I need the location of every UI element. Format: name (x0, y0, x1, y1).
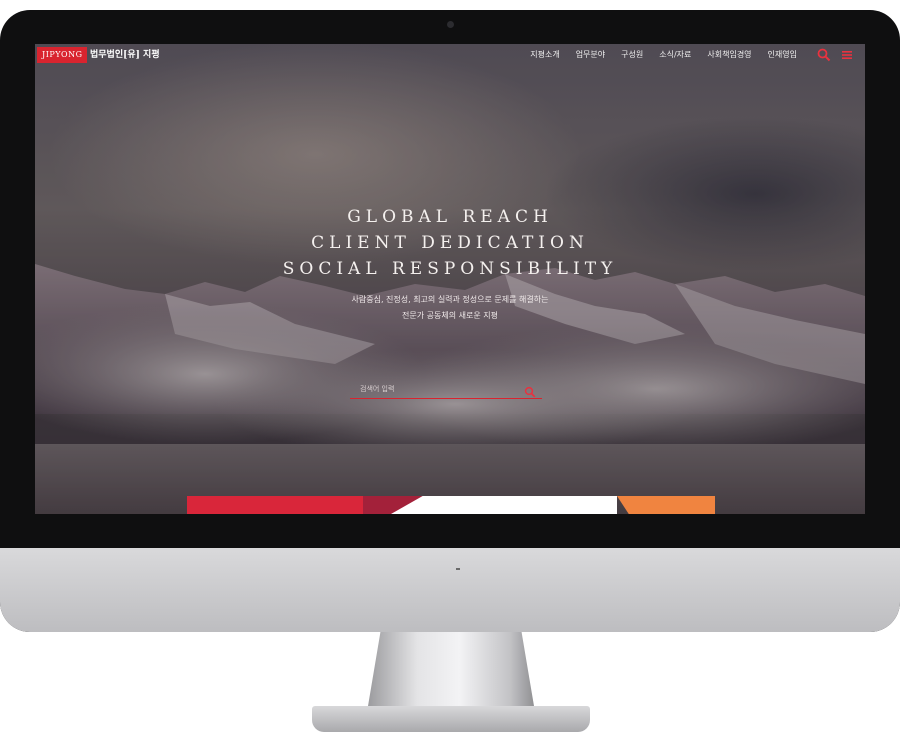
hero-headline: GLOBAL REACH CLIENT DEDICATION SOCIAL RE… (35, 204, 865, 282)
hero-subtitle: 사람중심, 진정성, 최고의 실력과 정성으로 문제를 해결하는 전문가 공동체… (35, 292, 865, 324)
section-tab-3[interactable] (391, 496, 617, 514)
logo-text[interactable]: 법무법인[유] 지평 (90, 47, 160, 63)
monitor-stand-neck (367, 632, 535, 712)
menu-item-members[interactable]: 구성원 (613, 47, 651, 63)
headline-line-2: CLIENT DEDICATION (311, 233, 589, 253)
headline-line-3: SOCIAL RESPONSIBILITY (282, 259, 618, 279)
section-tab-4[interactable] (617, 496, 715, 514)
menu-item-csr[interactable]: 사회책임경영 (699, 47, 759, 63)
subtitle-line-1: 사람중심, 진정성, 최고의 실력과 정성으로 문제를 해결하는 (351, 295, 549, 304)
search-icon[interactable] (817, 48, 831, 62)
search-submit-icon[interactable] (524, 383, 536, 398)
menu-item-about[interactable]: 지평소개 (522, 47, 567, 63)
menu-item-news[interactable]: 소식/자료 (651, 47, 699, 63)
hero-search (350, 381, 542, 399)
website-screen: JIPYONG 법무법인[유] 지평 지평소개 업무분야 구성원 소식/자료 사… (35, 44, 865, 514)
monitor-stand-base (312, 706, 590, 732)
logo-badge[interactable]: JIPYONG (37, 47, 88, 63)
hamburger-menu-icon[interactable] (840, 48, 854, 62)
main-menu: 지평소개 업무분야 구성원 소식/자료 사회책임경영 인재영입 (522, 47, 805, 63)
search-input[interactable] (360, 381, 520, 396)
monitor-chin (0, 548, 900, 632)
menu-item-careers[interactable]: 인재영입 (760, 47, 805, 63)
top-navigation: JIPYONG 법무법인[유] 지평 지평소개 업무분야 구성원 소식/자료 사… (35, 44, 865, 66)
chin-logo (456, 568, 460, 570)
camera-icon (447, 21, 454, 28)
menu-item-practice-areas[interactable]: 업무분야 (568, 47, 613, 63)
section-tab-1[interactable] (187, 496, 363, 514)
headline-line-1: GLOBAL REACH (347, 207, 553, 227)
subtitle-line-2: 전문가 공동체의 새로운 지평 (402, 311, 498, 320)
